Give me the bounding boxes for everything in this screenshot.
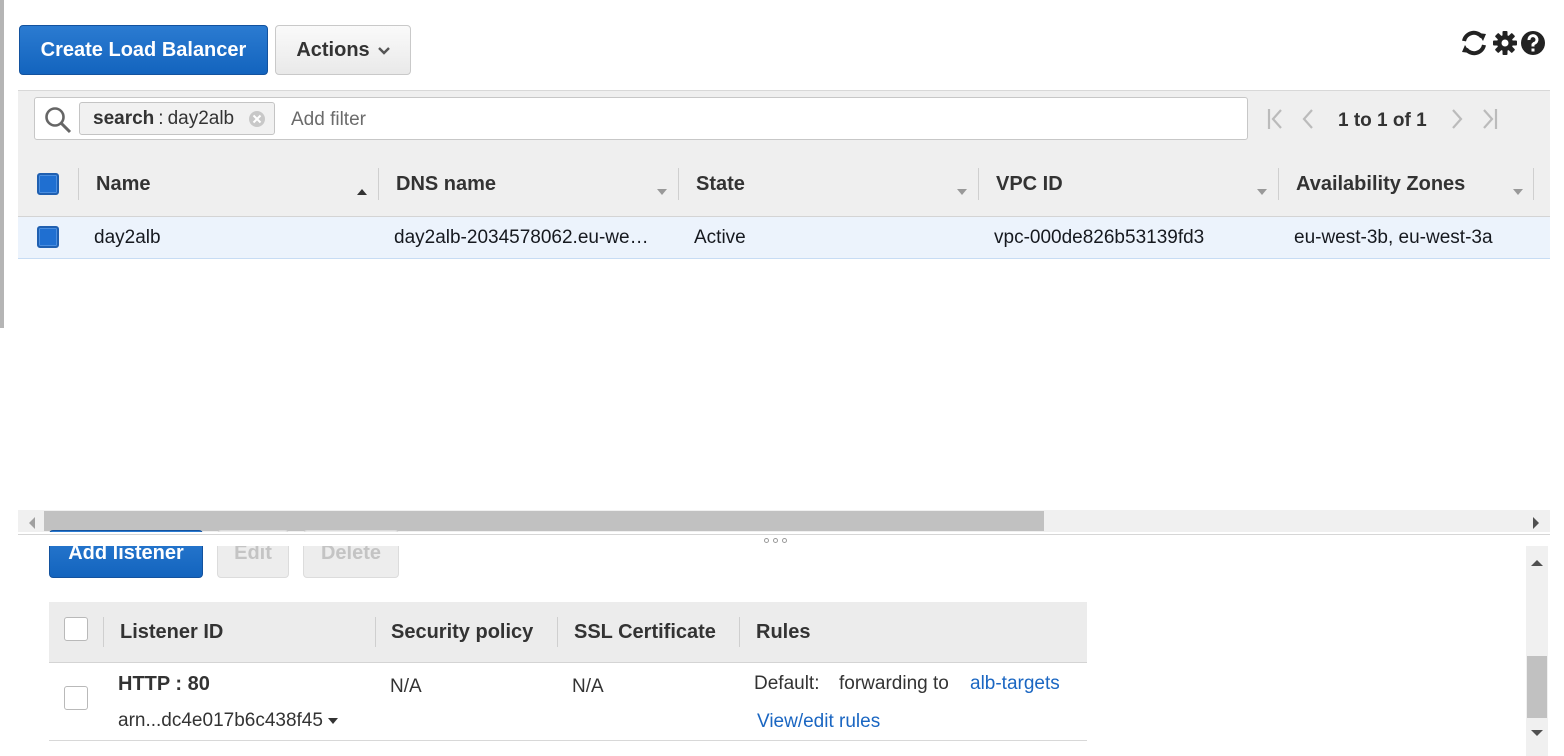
rules-forwarding-text: forwarding to bbox=[839, 673, 949, 694]
toolbar-icons bbox=[1458, 28, 1546, 58]
listener-security-policy: N/A bbox=[390, 676, 422, 697]
add-filter-input[interactable]: Add filter bbox=[291, 109, 366, 131]
filter-token[interactable]: search : day2alb bbox=[79, 102, 276, 135]
listener-arn[interactable]: arn...dc4e017b6c438f45 bbox=[118, 710, 339, 732]
splitter-grip-icon[interactable] bbox=[764, 538, 787, 543]
pagination-text: 1 to 1 of 1 bbox=[1338, 110, 1427, 131]
column-header-availability-zones[interactable]: Availability Zones bbox=[1296, 152, 1465, 216]
pagination: 1 to 1 of 1 bbox=[1266, 106, 1499, 136]
cell-dns-name: day2alb-2034578062.eu-we… bbox=[394, 226, 649, 248]
column-divider bbox=[378, 168, 379, 200]
column-divider bbox=[978, 168, 979, 200]
column-header-vpc-id[interactable]: VPC ID bbox=[996, 152, 1063, 216]
actions-dropdown-button[interactable]: Actions bbox=[275, 25, 411, 75]
sort-menu-icon[interactable] bbox=[1512, 180, 1524, 201]
column-divider bbox=[78, 168, 79, 200]
column-header-listener-id: Listener ID bbox=[120, 620, 224, 643]
column-divider bbox=[103, 617, 104, 647]
create-load-balancer-button[interactable]: Create Load Balancer bbox=[19, 25, 268, 75]
listener-ssl-certificate: N/A bbox=[572, 676, 604, 697]
next-page-icon[interactable] bbox=[1449, 107, 1465, 136]
column-divider bbox=[375, 617, 376, 647]
vertical-scrollbar-thumb[interactable] bbox=[1527, 656, 1547, 718]
listener-row-checkbox[interactable] bbox=[64, 686, 88, 710]
column-divider bbox=[1278, 168, 1279, 200]
view-edit-rules-link[interactable]: View/edit rules bbox=[757, 711, 880, 733]
listeners-select-all-checkbox[interactable] bbox=[64, 617, 88, 641]
cell-name: day2alb bbox=[94, 226, 161, 248]
first-page-icon[interactable] bbox=[1266, 107, 1286, 136]
help-icon[interactable] bbox=[1520, 30, 1546, 56]
column-divider bbox=[1533, 168, 1534, 200]
filter-token-separator: : bbox=[158, 107, 164, 129]
cell-vpc-id: vpc-000de826b53139fd3 bbox=[994, 226, 1205, 248]
rules-default-label: Default: bbox=[754, 673, 820, 694]
column-divider bbox=[739, 617, 740, 647]
gear-icon[interactable] bbox=[1492, 30, 1518, 56]
search-icon bbox=[43, 105, 73, 140]
row-divider bbox=[49, 740, 1087, 741]
scroll-down-icon[interactable] bbox=[1530, 722, 1544, 743]
window-edge bbox=[0, 0, 4, 328]
column-header-state[interactable]: State bbox=[696, 152, 745, 216]
filter-box[interactable]: search : day2alb Add filter bbox=[34, 97, 1248, 140]
sort-ascending-icon[interactable] bbox=[356, 180, 368, 201]
column-header-rules: Rules bbox=[756, 620, 811, 643]
previous-page-icon[interactable] bbox=[1300, 107, 1316, 136]
column-header-dns-name[interactable]: DNS name bbox=[396, 152, 496, 216]
cell-state: Active bbox=[694, 226, 746, 248]
column-header-ssl-certificate: SSL Certificate bbox=[574, 620, 716, 643]
horizontal-scrollbar-thumb[interactable] bbox=[44, 511, 1044, 531]
caret-down-icon[interactable] bbox=[327, 717, 339, 725]
filter-token-value: day2alb bbox=[167, 107, 235, 129]
select-all-checkbox[interactable] bbox=[37, 173, 59, 195]
column-header-security-policy: Security policy bbox=[391, 620, 534, 643]
listener-protocol: HTTP : 80 bbox=[118, 673, 210, 695]
target-group-link[interactable]: alb-targets bbox=[970, 673, 1060, 695]
column-header-name[interactable]: Name bbox=[96, 152, 150, 216]
cell-availability-zones: eu-west-3b, eu-west-3a bbox=[1294, 226, 1493, 248]
row-checkbox[interactable] bbox=[37, 226, 59, 248]
actions-label: Actions bbox=[296, 38, 370, 61]
scroll-up-icon[interactable] bbox=[1530, 552, 1544, 573]
sort-menu-icon[interactable] bbox=[656, 180, 668, 201]
listener-arn-text: arn...dc4e017b6c438f45 bbox=[118, 710, 323, 731]
remove-filter-icon[interactable] bbox=[248, 110, 266, 128]
refresh-icon[interactable] bbox=[1458, 28, 1490, 58]
sort-menu-icon[interactable] bbox=[1256, 180, 1268, 201]
last-page-icon[interactable] bbox=[1479, 107, 1499, 136]
column-divider bbox=[557, 617, 558, 647]
chevron-down-icon bbox=[377, 39, 390, 62]
filter-token-key: search bbox=[93, 107, 155, 129]
sort-menu-icon[interactable] bbox=[956, 180, 968, 201]
column-divider bbox=[678, 168, 679, 200]
